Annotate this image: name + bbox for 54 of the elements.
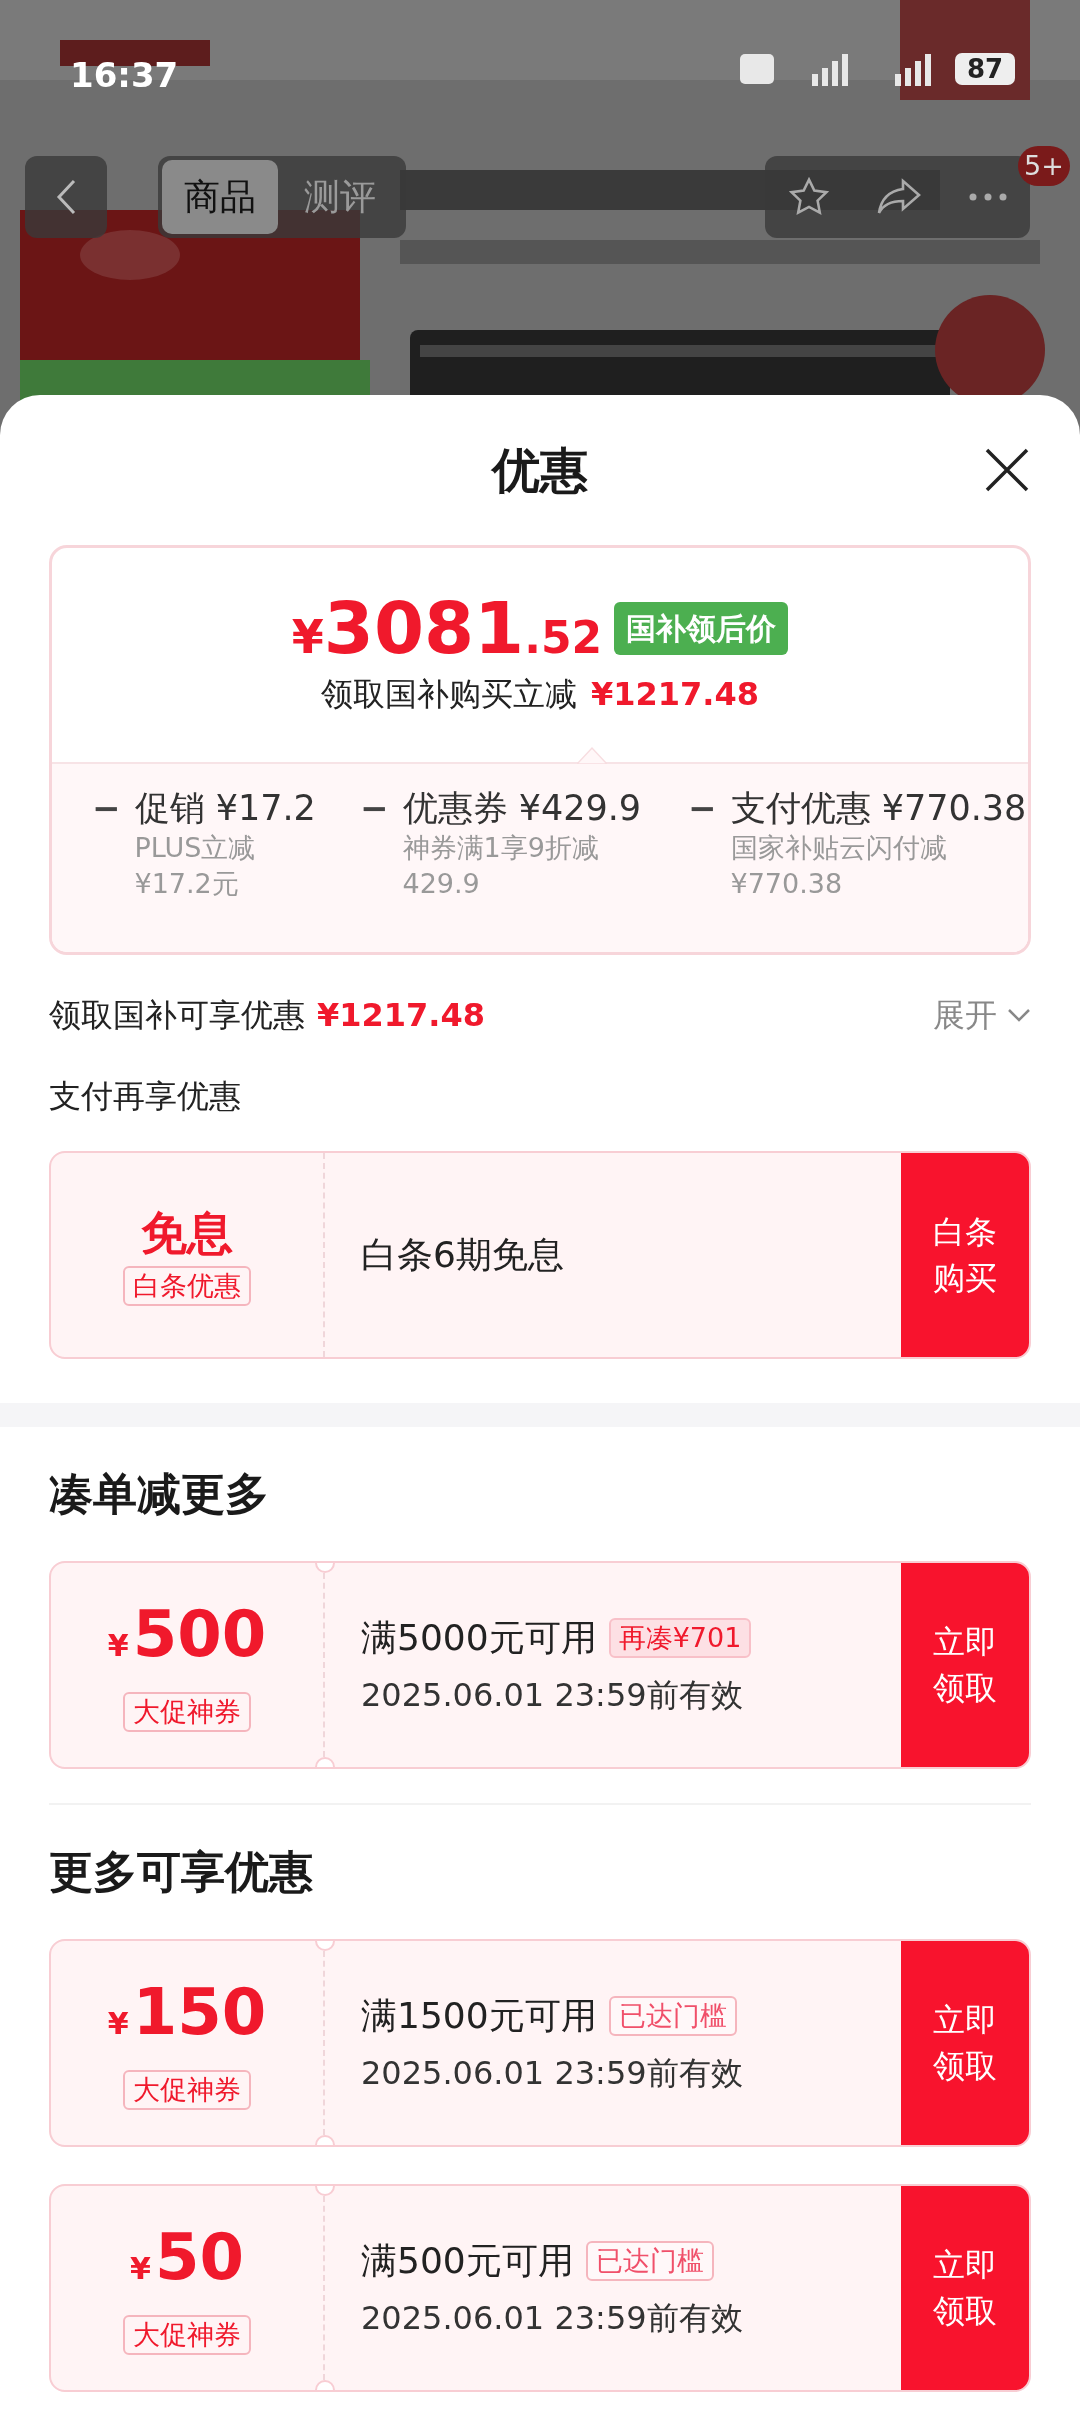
claim-button[interactable]: 立即领取 [901, 1563, 1029, 1767]
tab[interactable]: 商品 [162, 160, 278, 234]
coupon-condition: 满500元可用 [361, 2239, 574, 2283]
coupon-condition: 满5000元可用 [361, 1616, 597, 1660]
summary-amount: ¥1217.48 [317, 995, 485, 1036]
offer-tag: 白条优惠 [123, 1266, 251, 1306]
breakdown-detail: 国家补贴云闪付减 [730, 831, 948, 865]
discount-amount: ¥1217.48 [591, 674, 759, 715]
coupon-tag: 大促神券 [123, 2069, 251, 2110]
claim-button[interactable]: 立即领取 [901, 2186, 1029, 2390]
section-heading: 凑单减更多 [49, 1467, 269, 1521]
back-icon [55, 178, 77, 216]
coupon-amount: ¥50 [130, 2221, 244, 2296]
more-icon[interactable] [967, 192, 1008, 202]
coupon-tag: 大促神券 [123, 1691, 251, 1732]
claim-button[interactable]: 立即领取 [901, 1941, 1029, 2145]
threshold-badge: 已达门槛 [585, 2241, 714, 2281]
breakdown-detail: ¥770.38 [730, 867, 844, 901]
breakdown-detail: PLUS立减 [134, 831, 257, 865]
final-price: ¥3081.52 [291, 592, 603, 664]
discount-label: 领取国补购买立减 [321, 674, 577, 715]
tab[interactable]: 测评 [282, 160, 398, 234]
status-time: 16:37 [70, 54, 179, 97]
expand-button[interactable]: 展开 [933, 991, 1031, 1039]
threshold-badge: 已达门槛 [608, 1996, 737, 2036]
offer-title: 免息 [141, 1205, 233, 1262]
section-heading: 更多可享优惠 [49, 1845, 313, 1899]
coupon-validity: 2025.06.01 23:59前有效 [361, 1675, 744, 1716]
coupon-condition: 满1500元可用 [361, 1994, 597, 2038]
coupon-validity: 2025.06.01 23:59前有效 [361, 2298, 744, 2339]
sheet-title: 优惠 [492, 441, 588, 500]
price-tag: 国补领后价 [614, 601, 789, 655]
breakdown-title: 支付优惠 ¥770.38 [730, 787, 1027, 830]
breakdown-detail: 神券满1享9折减 [402, 831, 600, 865]
minus-sign: − [688, 787, 717, 830]
threshold-badge: 再凑¥701 [608, 1618, 752, 1658]
breakdown-title: 促销 ¥17.2 [134, 787, 316, 830]
section-heading: 支付再享优惠 [49, 1076, 241, 1117]
minus-sign: − [360, 787, 389, 830]
chevron-down-icon [1007, 1008, 1031, 1022]
breakdown-detail: ¥17.2元 [134, 867, 240, 901]
minus-sign: − [92, 787, 121, 830]
coupon-amount: ¥500 [107, 1598, 267, 1673]
summary-label: 领取国补可享优惠 [49, 995, 305, 1036]
back-button[interactable] [25, 156, 107, 238]
battery-level: 87 [955, 53, 1015, 85]
claim-button[interactable]: 白条购买 [901, 1153, 1029, 1357]
close-icon [983, 446, 1031, 494]
coupon-amount: ¥150 [107, 1976, 267, 2051]
offer-text: 白条6期免息 [361, 1233, 564, 1277]
breakdown-title: 优惠券 ¥429.9 [402, 787, 642, 830]
coupon-validity: 2025.06.01 23:59前有效 [361, 2053, 744, 2094]
breakdown-detail: 429.9 [402, 867, 481, 901]
coupon-tag: 大促神券 [123, 2314, 251, 2355]
